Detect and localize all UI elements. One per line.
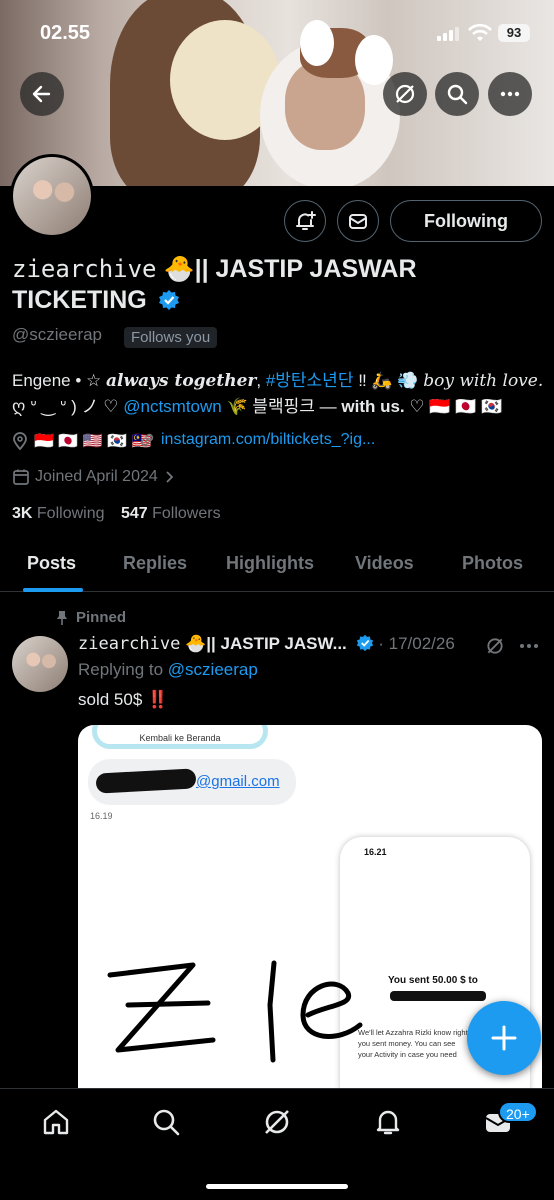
following-label: Following [36, 505, 105, 522]
follow-counts: 3K Following 547 Followers [12, 505, 221, 523]
status-time: 02.55 [40, 22, 91, 44]
tab-videos[interactable]: Videos [355, 553, 414, 574]
bell-icon[interactable] [373, 1107, 403, 1137]
name-emoji: 🐣 [163, 255, 195, 283]
tab-photos[interactable]: Photos [462, 553, 523, 574]
post-text: sold 50$ ‼️ [78, 690, 168, 710]
profile-location: 🇮🇩 🇯🇵 🇺🇸 🇰🇷 🇲🇾 [12, 431, 151, 451]
post-header: ziearchive 🐣|| JASTIP JASW... · 17/02/26 [78, 634, 478, 654]
followers-count: 547 [120, 505, 148, 522]
wifi-icon [468, 23, 492, 41]
home-indicator [206, 1184, 348, 1189]
profile-handle: @sczieerap [12, 325, 103, 344]
search-icon[interactable] [151, 1107, 181, 1137]
post-author-mono: ziearchive [78, 634, 181, 654]
post-date: · 17/02/26 [378, 634, 455, 653]
joined-text: Joined April 2024 [35, 468, 158, 485]
following-button[interactable]: Following [390, 200, 542, 242]
arrow-left-icon [32, 85, 51, 103]
bio-text: boy with love. [423, 371, 544, 391]
tab-replies[interactable]: Replies [123, 553, 187, 574]
search-button[interactable] [435, 72, 479, 116]
media-email: @gmail.com [196, 773, 280, 790]
handwriting-scribble [107, 960, 363, 1063]
bio-text: with us. [341, 397, 405, 416]
location-text: 🇮🇩 🇯🇵 🇺🇸 🇰🇷 🇲🇾 [34, 433, 152, 450]
followers-count-link[interactable]: 547 Followers [121, 505, 221, 522]
calendar-icon [13, 469, 29, 485]
bio-text: ‼ 🛵 💨 [353, 371, 424, 390]
profile-joined[interactable]: Joined April 2024 [12, 468, 176, 486]
battery-icon: 93 [498, 24, 530, 42]
status-bar: 02.55 93 [0, 0, 554, 66]
post-author-rest: || JASTIP JASW... [206, 634, 347, 653]
location-pin-icon [13, 432, 27, 450]
post-text-emoji: ‼️ [147, 690, 169, 709]
media-time: 16.19 [90, 811, 113, 821]
post-avatar[interactable] [12, 636, 68, 692]
followers-label: Followers [152, 505, 221, 522]
website-link[interactable]: instagram.com/biltickets_?ig... [161, 431, 375, 449]
more-icon [500, 91, 520, 97]
media-sent-text: You sent 50.00 $ to [388, 975, 478, 986]
following-count: 3K [12, 505, 33, 522]
bio-text: Engene • ☆ [12, 371, 106, 390]
link-icon [140, 433, 154, 447]
grok-icon[interactable] [262, 1107, 292, 1137]
bio-text: 🌾 블랙핑크 — [221, 397, 342, 416]
media-email-bubble: @gmail.com [88, 759, 296, 805]
post-text-body: sold 50$ [78, 690, 147, 709]
grok-button[interactable] [383, 72, 427, 116]
bio-text: ♡ 🇮🇩 🇯🇵 🇰🇷 [404, 397, 503, 416]
pinned-text: Pinned [76, 609, 127, 626]
media-phone-time: 16.21 [364, 847, 387, 857]
compose-button[interactable] [467, 1001, 541, 1075]
bio-text: always together [105, 371, 257, 391]
post-more-icon[interactable] [518, 636, 540, 656]
profile-avatar[interactable] [10, 154, 94, 238]
notify-button[interactable] [284, 200, 326, 242]
message-button[interactable] [337, 200, 379, 242]
grok-icon[interactable] [485, 636, 505, 656]
post-author[interactable]: ziearchive 🐣|| JASTIP JASW... [78, 634, 347, 654]
tab-posts[interactable]: Posts [27, 553, 76, 574]
signal-icon [437, 27, 459, 41]
follows-you-badge: Follows you [124, 327, 218, 348]
pin-icon [57, 610, 67, 625]
pinned-label: Pinned [56, 609, 126, 626]
profile-tabs: Posts Replies Highlights Videos Photos [0, 540, 554, 592]
profile-website[interactable]: instagram.com/biltickets_?ig... [138, 431, 375, 449]
replying-to: Replying to @sczieerap [78, 660, 258, 680]
search-icon [447, 84, 468, 105]
verified-badge-icon [158, 290, 179, 310]
profile-bio: Engene • ☆ always together, #방탄소년단 ‼ 🛵 💨… [12, 368, 547, 420]
grok-icon [395, 84, 415, 104]
messages-badge: 20+ [498, 1101, 538, 1123]
bio-mention-link[interactable]: @nctsmtown [123, 397, 222, 416]
bio-text: ღ ᐡ ‿ ᐡ ) ノ ♡ [12, 397, 124, 416]
media-back-button: Kembali ke Beranda [92, 725, 268, 749]
bio-hashtag-link[interactable]: #방탄소년단 [266, 371, 354, 390]
more-button[interactable] [488, 72, 532, 116]
following-count-link[interactable]: 3K Following [12, 505, 105, 522]
home-icon[interactable] [41, 1107, 71, 1137]
active-tab-indicator [23, 588, 83, 592]
plus-icon [491, 1025, 517, 1051]
replying-prefix: Replying to [78, 660, 168, 679]
chevron-right-icon [166, 471, 174, 483]
profile-name: ziearchive 🐣|| JASTIP JASWAR TICKETING [12, 254, 542, 316]
back-button[interactable] [20, 72, 64, 116]
bio-text: , [256, 371, 266, 390]
profile-name-mono: ziearchive [12, 255, 157, 283]
verified-badge-icon [356, 634, 373, 652]
envelope-icon [349, 214, 367, 229]
tab-highlights[interactable]: Highlights [226, 553, 314, 574]
bell-plus-icon [296, 211, 316, 230]
post-author-emoji: 🐣 [185, 634, 207, 653]
replying-handle-link[interactable]: @sczieerap [168, 660, 258, 679]
